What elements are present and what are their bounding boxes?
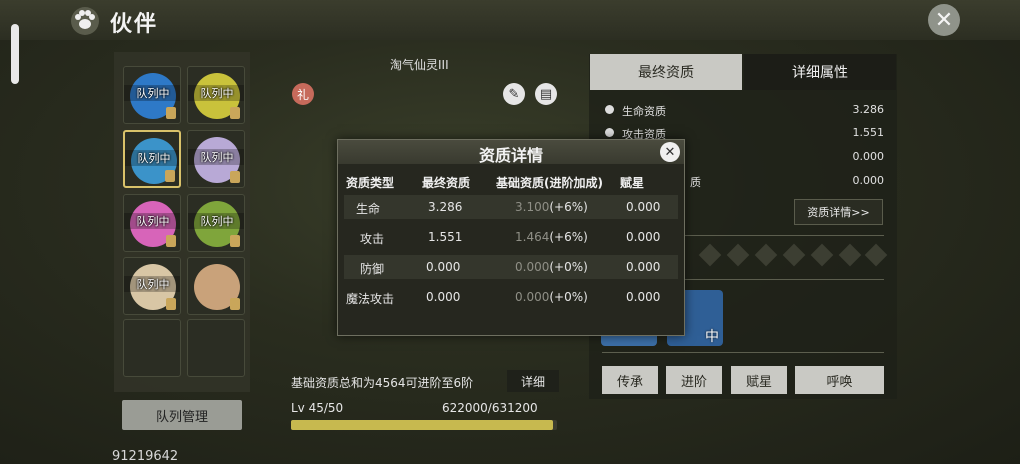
aptitude-detail-button[interactable]: 资质详情>> — [794, 199, 883, 225]
column-header: 基础资质(进阶加成) — [496, 176, 603, 190]
close-icon[interactable]: ✕ — [928, 4, 960, 36]
page-title: 伙伴 — [110, 12, 159, 37]
star-slot — [698, 243, 722, 267]
star-slot — [864, 243, 888, 267]
detail-button[interactable]: 详细 — [507, 370, 559, 392]
pet-slot[interactable]: 队列中 — [187, 130, 245, 188]
pet-slot[interactable]: 队列中 — [187, 194, 245, 252]
in-team-label: 队列中 — [188, 149, 244, 165]
heart-icon — [605, 105, 614, 114]
scrollbar[interactable] — [11, 24, 19, 84]
paw-icon — [70, 6, 100, 36]
column-header: 赋星 — [620, 176, 645, 190]
book-icon[interactable]: ▤ — [535, 83, 557, 105]
divider — [602, 352, 884, 353]
in-team-label: 队列中 — [124, 213, 180, 229]
star-slot — [838, 243, 862, 267]
in-team-label: 队列中 — [124, 85, 180, 101]
column-header: 资质类型 — [346, 176, 395, 190]
advance-button[interactable]: 进阶 — [666, 366, 722, 394]
column-header: 最终资质 — [422, 176, 471, 190]
pet-slot[interactable] — [123, 319, 181, 377]
star-slot — [810, 243, 834, 267]
pet-slot[interactable]: 队列中 — [123, 257, 181, 315]
rank-badge — [230, 298, 240, 310]
in-team-label: 队列中 — [188, 85, 244, 101]
pet-slot[interactable] — [187, 257, 245, 315]
table-row: 防御 0.000 0.000(+0%) 0.000 — [344, 255, 678, 279]
in-team-label: 队列中 — [188, 213, 244, 229]
player-uid: 91219642 — [112, 449, 179, 464]
table-row: 魔法攻击 0.000 0.000(+0%) 0.000 — [346, 290, 661, 306]
star-button[interactable]: 赋星 — [731, 366, 787, 394]
rank-badge — [166, 235, 176, 247]
star-slot — [754, 243, 778, 267]
aptitude-detail-dialog: 资质详情 ✕ 资质类型 最终资质 基础资质(进阶加成) 赋星 生命 3.286 … — [337, 139, 685, 336]
pet-slot[interactable]: 队列中 — [123, 66, 181, 124]
gift-icon[interactable]: 礼 — [292, 83, 314, 105]
tab-detail-attributes[interactable]: 详细属性 — [744, 54, 896, 90]
pet-slot[interactable]: 队列中 — [123, 130, 181, 188]
exp-bar — [291, 420, 557, 430]
star-slot — [726, 243, 750, 267]
tab-final-aptitude[interactable]: 最终资质 — [590, 54, 742, 90]
pet-slot[interactable]: 队列中 — [123, 194, 181, 252]
star-slot — [782, 243, 806, 267]
dialog-title: 资质详情 — [478, 146, 543, 165]
summon-button[interactable]: 呼唤 — [795, 366, 884, 394]
team-manage-button[interactable]: 队列管理 — [122, 400, 242, 430]
advance-hint: 基础资质总和为4564可进阶至6阶 — [291, 376, 474, 390]
exp-bar-fill — [291, 420, 553, 430]
pet-slot[interactable]: 队列中 — [187, 66, 245, 124]
rank-badge — [166, 107, 176, 119]
in-team-label: 队列中 — [125, 150, 179, 166]
rank-badge — [230, 171, 240, 183]
attribute-row: 生命资质 3.286 — [602, 100, 884, 120]
table-row: 攻击 1.551 1.464(+6%) 0.000 — [360, 230, 661, 246]
pet-level: Lv 45/50 — [291, 401, 344, 415]
pet-name: 淘气仙灵III — [390, 58, 449, 72]
edit-icon[interactable]: ✎ — [503, 83, 525, 105]
sword-icon — [605, 128, 614, 137]
pet-slot[interactable] — [187, 319, 245, 377]
pet-exp: 622000/631200 — [442, 401, 538, 415]
table-row: 生命 3.286 3.100(+6%) 0.000 — [344, 195, 678, 219]
rank-badge — [230, 235, 240, 247]
rank-badge — [166, 298, 176, 310]
inherit-button[interactable]: 传承 — [602, 366, 658, 394]
close-icon[interactable]: ✕ — [660, 142, 680, 162]
rank-badge — [230, 107, 240, 119]
rank-badge — [165, 170, 175, 182]
in-team-label: 队列中 — [124, 276, 180, 292]
